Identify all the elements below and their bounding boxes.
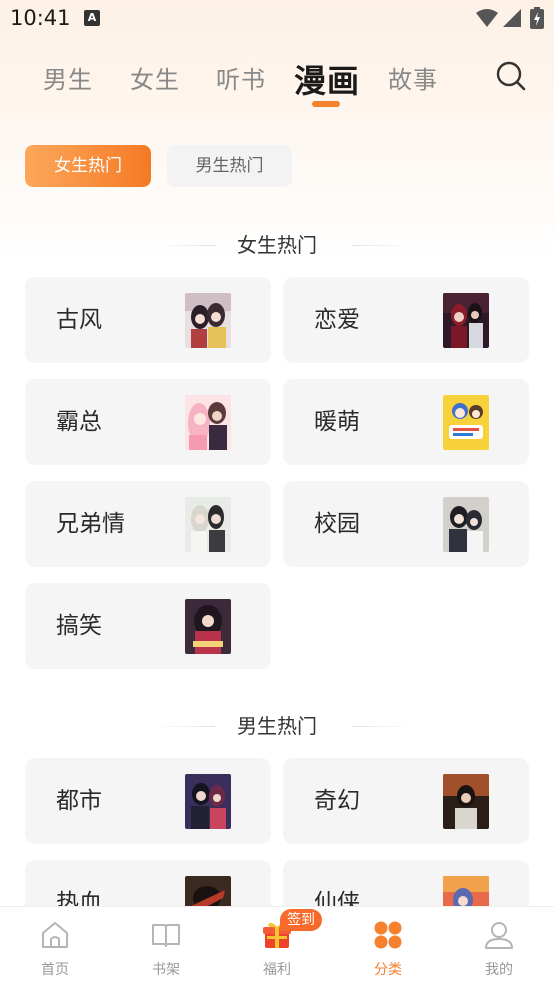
comic-cover-thumbnail — [185, 599, 231, 654]
chip-female-hot[interactable]: 女生热门 — [25, 145, 151, 187]
category-card-urban[interactable]: 都市 — [25, 758, 271, 844]
search-icon[interactable] — [494, 59, 528, 93]
nav-label: 我的 — [485, 962, 513, 978]
divider-line — [352, 726, 412, 727]
header-background — [0, 0, 554, 260]
category-card-fantasy[interactable]: 奇幻 — [283, 758, 529, 844]
active-tab-indicator — [312, 101, 340, 107]
comic-cover-thumbnail — [443, 774, 489, 829]
section-title-text: 女生热门 — [237, 233, 317, 257]
top-tab-bar: 男生 女生 听书 漫画 故事 — [0, 56, 554, 112]
nav-profile[interactable]: 我的 — [444, 907, 554, 984]
tab-female[interactable]: 女生 — [130, 60, 180, 95]
chip-male-hot[interactable]: 男生热门 — [167, 145, 292, 187]
tab-audiobook[interactable]: 听书 — [216, 60, 266, 95]
category-card-brotherhood[interactable]: 兄弟情 — [25, 481, 271, 567]
nav-label: 首页 — [41, 962, 69, 978]
battery-icon — [530, 7, 544, 29]
signin-badge[interactable]: 签到 — [280, 909, 322, 931]
divider-line — [155, 245, 215, 246]
comic-cover-thumbnail — [443, 293, 489, 348]
category-label: 暖萌 — [314, 409, 360, 435]
comic-cover-thumbnail — [185, 774, 231, 829]
profile-icon — [485, 922, 513, 949]
divider-line — [352, 245, 412, 246]
category-label: 恋爱 — [314, 307, 360, 333]
tab-stories[interactable]: 故事 — [388, 60, 438, 95]
comic-cover-thumbnail — [185, 395, 231, 450]
tab-male[interactable]: 男生 — [43, 60, 93, 95]
category-card-campus[interactable]: 校园 — [283, 481, 529, 567]
category-label: 搞笑 — [56, 613, 102, 639]
category-card-romance[interactable]: 恋爱 — [283, 277, 529, 363]
category-label: 古风 — [56, 307, 102, 333]
section-title-female: 女生热门 — [0, 230, 554, 260]
category-card-cute[interactable]: 暖萌 — [283, 379, 529, 465]
comic-cover-thumbnail — [185, 293, 231, 348]
category-card-ceo[interactable]: 霸总 — [25, 379, 271, 465]
status-time: 10:41 — [10, 6, 71, 30]
divider-line — [155, 726, 215, 727]
nav-home[interactable]: 首页 — [0, 907, 110, 984]
nav-label: 福利 — [263, 962, 291, 978]
category-card-gufeng[interactable]: 古风 — [25, 277, 271, 363]
nav-label: 分类 — [374, 962, 402, 978]
nav-bookshelf[interactable]: 书架 — [111, 907, 221, 984]
section-title-text: 男生热门 — [237, 714, 317, 738]
comic-cover-thumbnail — [443, 497, 489, 552]
category-icon — [374, 921, 402, 949]
notification-icon: A — [84, 10, 100, 26]
section-title-male: 男生热门 — [0, 711, 554, 741]
category-label: 霸总 — [56, 409, 102, 435]
category-label: 奇幻 — [314, 788, 360, 814]
tab-comics[interactable]: 漫画 — [294, 56, 360, 102]
status-bar: 10:41 A — [0, 0, 554, 38]
category-label: 兄弟情 — [56, 511, 125, 537]
home-icon — [42, 922, 68, 948]
nav-label: 书架 — [152, 962, 180, 978]
bottom-nav-bar: 首页 书架 福利 分类 我的 — [0, 906, 554, 984]
signal-icon — [503, 9, 521, 27]
wifi-icon — [476, 9, 498, 27]
category-card-comedy[interactable]: 搞笑 — [25, 583, 271, 669]
comic-cover-thumbnail — [185, 497, 231, 552]
nav-category[interactable]: 分类 — [333, 907, 443, 984]
comic-cover-thumbnail — [443, 395, 489, 450]
category-label: 校园 — [314, 511, 360, 537]
bookshelf-icon — [152, 924, 180, 947]
category-label: 都市 — [56, 788, 102, 814]
